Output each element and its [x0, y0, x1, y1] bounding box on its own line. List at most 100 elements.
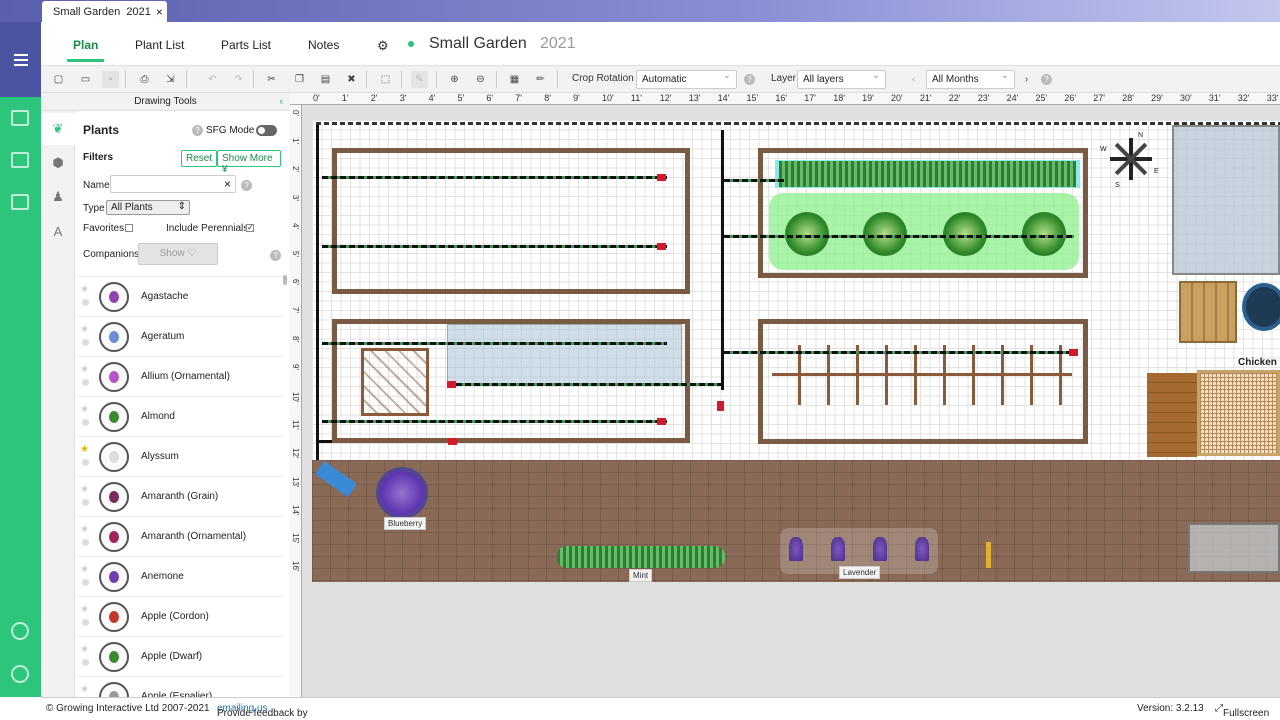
- perennials-checkbox[interactable]: ✓: [246, 224, 254, 232]
- open-folder-icon[interactable]: ▭: [77, 71, 94, 88]
- tab-notes[interactable]: Notes: [308, 38, 339, 52]
- info-icon[interactable]: [82, 299, 89, 306]
- crop-rotation-select[interactable]: Automatic: [636, 70, 737, 89]
- greenhouse[interactable]: [1172, 125, 1280, 275]
- water-butt[interactable]: [1242, 283, 1280, 331]
- favorite-star-icon[interactable]: ★: [80, 324, 89, 335]
- chicken-run[interactable]: [1197, 370, 1280, 456]
- companions-show-button[interactable]: Show ♡: [138, 243, 218, 265]
- copy-icon[interactable]: ❐: [291, 71, 308, 88]
- dashboard-icon[interactable]: [11, 110, 29, 126]
- list-item[interactable]: ★ Anemone: [75, 557, 283, 597]
- select-area-icon[interactable]: ⬚: [377, 71, 394, 88]
- menu-button[interactable]: [0, 22, 41, 97]
- list-item[interactable]: ★ Agastache: [75, 277, 283, 317]
- info-icon[interactable]: [82, 619, 89, 626]
- mint-plants[interactable]: [557, 546, 725, 568]
- tab-close-icon[interactable]: ×: [156, 5, 163, 19]
- save-icon[interactable]: ▪: [102, 71, 119, 88]
- plants-tab-icon[interactable]: ❦: [41, 113, 75, 145]
- favorite-star-icon[interactable]: ★: [80, 284, 89, 295]
- zoom-in-icon[interactable]: ⊕: [446, 71, 463, 88]
- structures-tab-icon[interactable]: ⬢: [41, 147, 75, 179]
- favorite-star-icon[interactable]: ★: [80, 644, 89, 655]
- user-icon[interactable]: [11, 665, 29, 683]
- layer-select[interactable]: All layers: [797, 70, 886, 89]
- favorite-star-icon[interactable]: ★: [80, 404, 89, 415]
- plant-icon: [109, 611, 119, 623]
- fullscreen-button[interactable]: ⤢ Fullscreen: [1215, 703, 1269, 719]
- collapse-chevron-icon[interactable]: ‹: [279, 93, 283, 111]
- tab-parts-list[interactable]: Parts List: [221, 38, 271, 52]
- favorite-star-icon[interactable]: ★: [80, 484, 89, 495]
- favorites-checkbox[interactable]: [125, 224, 133, 232]
- info-icon[interactable]: [82, 379, 89, 386]
- redo-icon[interactable]: ↷: [230, 71, 247, 88]
- paste-icon[interactable]: ▤: [317, 71, 334, 88]
- help-icon[interactable]: [11, 622, 29, 640]
- tab-plan[interactable]: Plan: [66, 38, 105, 62]
- info-icon[interactable]: [82, 539, 89, 546]
- info-icon[interactable]: [82, 659, 89, 666]
- favorite-star-icon[interactable]: ★: [80, 364, 89, 375]
- name-input[interactable]: ×: [110, 175, 236, 193]
- edit-icon[interactable]: ✎: [411, 71, 428, 88]
- months-select[interactable]: All Months: [926, 70, 1015, 89]
- info-icon[interactable]: [82, 579, 89, 586]
- list-item[interactable]: ★ Apple (Cordon): [75, 597, 283, 637]
- sfg-mode-toggle[interactable]: [256, 125, 277, 136]
- help-icon[interactable]: ?: [241, 180, 252, 191]
- next-month-icon[interactable]: ›: [1018, 71, 1035, 88]
- drip-end: [657, 418, 666, 425]
- raised-bed-1[interactable]: [332, 148, 690, 294]
- help-icon[interactable]: ?: [1041, 74, 1052, 85]
- blueberry-plant[interactable]: [376, 467, 428, 519]
- scrollbar[interactable]: [283, 275, 287, 285]
- favorite-star-icon[interactable]: ★: [80, 604, 89, 615]
- favorite-star-icon[interactable]: ★: [80, 524, 89, 535]
- pencil-icon[interactable]: ✏: [532, 71, 549, 88]
- help-icon[interactable]: ?: [270, 250, 281, 261]
- new-file-icon[interactable]: ▢: [50, 71, 67, 88]
- type-select[interactable]: All Plants ⇕: [106, 200, 190, 215]
- compost-bin[interactable]: [1179, 281, 1237, 343]
- info-icon[interactable]: [82, 499, 89, 506]
- list-item[interactable]: ★ Amaranth (Grain): [75, 477, 283, 517]
- garden-canvas[interactable]: N E S W Chicken Blueberry Mint Lavender: [302, 105, 1280, 697]
- browser-tab[interactable]: Small Garden 2021 ×: [42, 1, 167, 22]
- print-icon[interactable]: ⎙: [136, 71, 153, 88]
- grid-icon[interactable]: ▦: [506, 71, 523, 88]
- favorite-star-icon[interactable]: ★: [80, 684, 89, 695]
- info-icon[interactable]: [82, 459, 89, 466]
- cold-frame[interactable]: [1188, 523, 1280, 573]
- list-item[interactable]: ★ Almond: [75, 397, 283, 437]
- favorite-star-icon[interactable]: ★: [80, 564, 89, 575]
- undo-icon[interactable]: ↶: [204, 71, 221, 88]
- favorite-star-icon[interactable]: ★: [80, 444, 89, 455]
- help-icon[interactable]: ?: [192, 125, 203, 136]
- prev-month-icon[interactable]: ‹: [905, 71, 922, 88]
- help-icon[interactable]: ?: [744, 74, 755, 85]
- chicken-house[interactable]: [1147, 373, 1197, 457]
- tab-plant-list[interactable]: Plant List: [135, 38, 184, 52]
- clear-icon[interactable]: ×: [224, 177, 231, 191]
- show-more-button[interactable]: Show More ¥: [217, 150, 281, 175]
- export-icon[interactable]: ⇲: [162, 71, 179, 88]
- delete-icon[interactable]: ✖: [343, 71, 360, 88]
- list-item[interactable]: ★ Apple (Dwarf): [75, 637, 283, 677]
- reset-button[interactable]: Reset: [181, 150, 218, 167]
- map-icon[interactable]: [11, 194, 29, 210]
- list-item[interactable]: ★ Amaranth (Ornamental): [75, 517, 283, 557]
- list-item[interactable]: ★ Allium (Ornamental): [75, 357, 283, 397]
- chart-icon[interactable]: [11, 152, 29, 168]
- zoom-out-icon[interactable]: ⊖: [472, 71, 489, 88]
- list-item[interactable]: ★ Ageratum: [75, 317, 283, 357]
- objects-tab-icon[interactable]: ♟: [41, 181, 75, 213]
- list-item[interactable]: ★ Alyssum: [75, 437, 283, 477]
- gear-icon[interactable]: ⚙: [377, 38, 389, 54]
- cut-icon[interactable]: ✂: [263, 71, 280, 88]
- info-icon[interactable]: [82, 339, 89, 346]
- list-item[interactable]: ★ Apple (Espalier): [75, 677, 283, 697]
- text-tab-icon[interactable]: A: [41, 215, 75, 247]
- info-icon[interactable]: [82, 419, 89, 426]
